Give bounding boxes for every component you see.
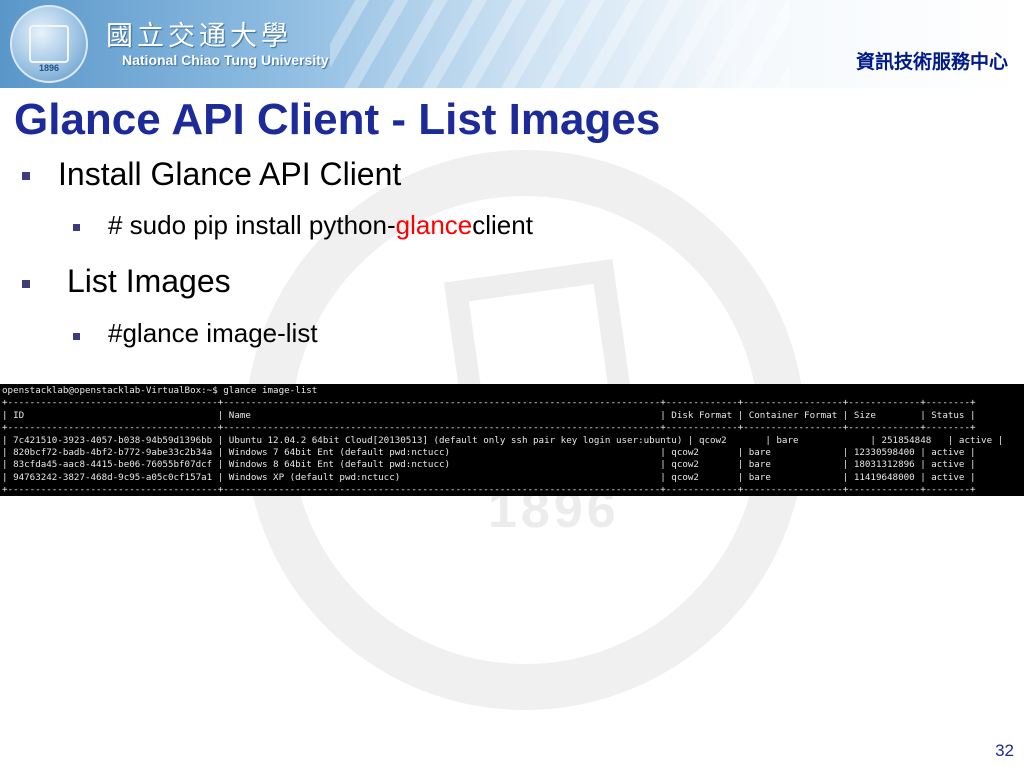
terminal-line: | 94763242-3827-468d-9c95-a05c0cf157a1 |… [2, 471, 976, 483]
university-name-english: National Chiao Tung University [122, 52, 329, 68]
slide-title: Glance API Client - List Images [14, 95, 661, 144]
page-number: 32 [995, 741, 1014, 760]
command-suffix: client [472, 210, 533, 240]
header-banner: 1896 國立交通大學 National Chiao Tung Universi… [0, 0, 1024, 88]
university-seal-logo: 1896 [10, 5, 88, 83]
sub-bullet-marker [73, 333, 80, 340]
terminal-output: openstacklab@openstacklab-VirtualBox:~$ … [0, 384, 1024, 496]
banner-decoration [330, 0, 790, 88]
seal-emblem [29, 25, 69, 63]
terminal-line: +--------------------------------------+… [2, 397, 976, 409]
terminal-line: | 7c421510-3923-4057-b038-94b59d1396bb |… [2, 434, 1004, 446]
seal-year: 1896 [38, 63, 60, 73]
bullet-list-images: List Images [67, 263, 231, 299]
terminal-line: +--------------------------------------+… [2, 422, 976, 434]
terminal-line: | 83cfda45-aac8-4415-be06-76055bf07dcf |… [2, 459, 976, 471]
bullet-install-client: Install Glance API Client [58, 156, 402, 192]
university-name-chinese: 國立交通大學 [106, 21, 292, 52]
command-highlight: glance [395, 210, 473, 240]
terminal-line: | ID | Name | Disk Format | Container Fo… [2, 409, 976, 421]
bullet-marker [22, 172, 30, 180]
sub-bullet-marker [73, 224, 80, 231]
terminal-line: +--------------------------------------+… [2, 484, 976, 496]
department-name: 資訊技術服務中心 [855, 51, 1008, 73]
sub-bullet-pip-command: # sudo pip install python-glanceclient [108, 209, 533, 241]
terminal-line: openstacklab@openstacklab-VirtualBox:~$ … [2, 385, 318, 396]
terminal-line: | 820bcf72-badb-4bf2-b772-9abe33c2b34a |… [2, 446, 976, 458]
bullet-marker [22, 280, 30, 288]
command-prefix: # sudo pip install python- [108, 210, 396, 240]
sub-bullet-image-list-command: #glance image-list [108, 318, 318, 348]
